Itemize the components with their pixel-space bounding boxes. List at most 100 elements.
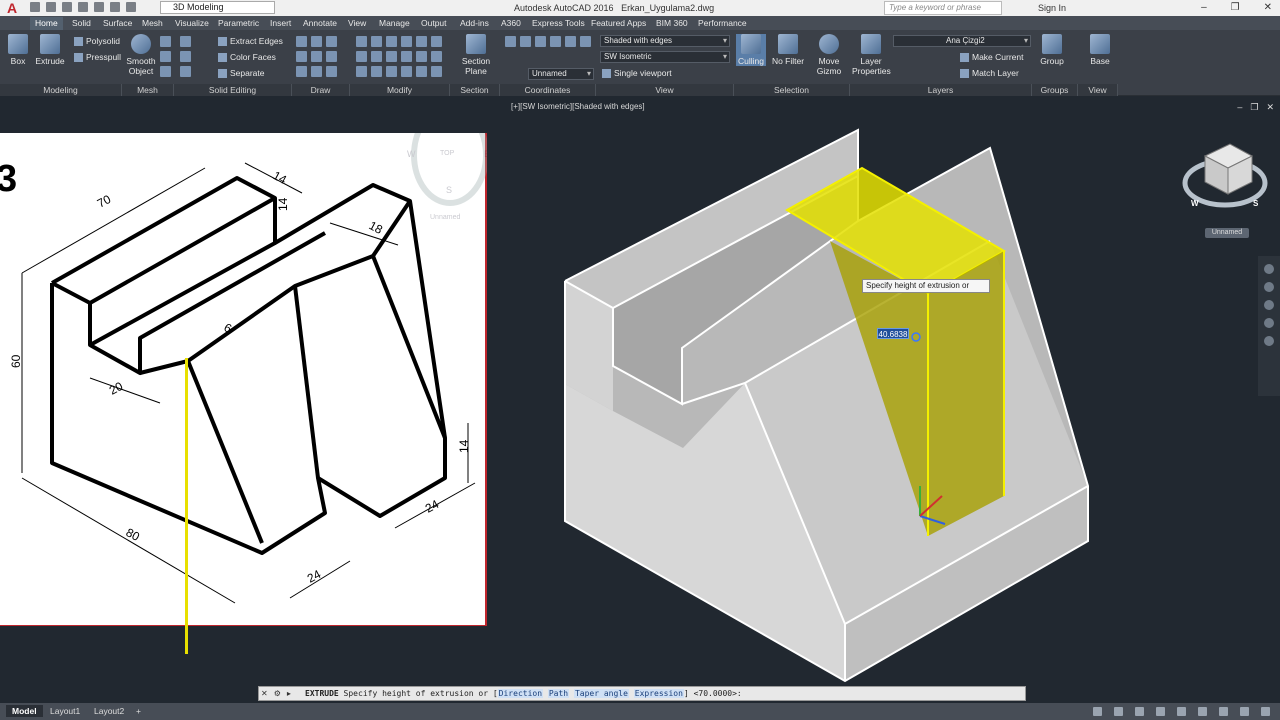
union-icon[interactable]	[180, 36, 191, 47]
tab-manage[interactable]: Manage	[374, 17, 415, 30]
ucs-named-dropdown[interactable]: Unnamed	[528, 68, 594, 80]
steering-wheel-icon[interactable]	[1264, 264, 1274, 274]
tab-parametric[interactable]: Parametric	[213, 17, 264, 30]
extend-icon[interactable]	[431, 36, 442, 47]
color-faces-button[interactable]: Color Faces	[218, 52, 276, 63]
viewport-minimize-icon[interactable]: –	[1237, 102, 1242, 113]
redo-icon[interactable]	[126, 2, 136, 12]
arc-icon[interactable]	[326, 36, 337, 47]
trim-icon[interactable]	[416, 36, 427, 47]
polygon-icon[interactable]	[326, 51, 337, 62]
polar-icon[interactable]	[1177, 707, 1186, 716]
tab-visualize[interactable]: Visualize	[170, 17, 214, 30]
command-line[interactable]: ✕ ⚙ ▸ EXTRUDE Specify height of extrusio…	[258, 686, 1026, 701]
groups-panel-footer[interactable]: Groups	[1032, 84, 1078, 96]
tab-mesh[interactable]: Mesh	[137, 17, 168, 30]
save-as-icon[interactable]	[78, 2, 88, 12]
zoom-icon[interactable]	[1264, 300, 1274, 310]
join-icon[interactable]	[386, 66, 397, 77]
application-menu-button[interactable]: A	[0, 0, 24, 16]
modify-panel-footer[interactable]: Modify	[350, 84, 450, 96]
tab-annotate[interactable]: Annotate	[298, 17, 342, 30]
draw-panel-footer[interactable]: Draw	[292, 84, 350, 96]
section-panel-footer[interactable]: Section	[450, 84, 500, 96]
tab-a360[interactable]: A360	[496, 17, 526, 30]
make-current-button[interactable]: Make Current	[960, 52, 1024, 63]
layer-dropdown[interactable]: Ana Çizgi2	[893, 35, 1031, 47]
stretch-icon[interactable]	[401, 36, 412, 47]
move-gizmo-button[interactable]: Move Gizmo	[812, 34, 846, 76]
tab-featured-apps[interactable]: Featured Apps	[586, 17, 651, 30]
circle-icon[interactable]	[296, 51, 307, 62]
group-button[interactable]: Group	[1034, 34, 1070, 66]
tab-output[interactable]: Output	[416, 17, 452, 30]
tab-bim360[interactable]: BIM 360	[651, 17, 693, 30]
ucs-icon[interactable]	[505, 36, 516, 47]
tab-layout2[interactable]: Layout2	[88, 705, 130, 717]
modeling-panel-footer[interactable]: Modeling	[0, 84, 122, 96]
grid-icon[interactable]	[1114, 707, 1123, 716]
explode-icon[interactable]	[371, 66, 382, 77]
annotation-scale-icon[interactable]	[1219, 707, 1228, 716]
smooth-object-button[interactable]: Smooth Object	[122, 34, 160, 76]
sign-in-button[interactable]: Sign In	[1038, 3, 1066, 13]
box-button[interactable]: Box	[0, 34, 36, 66]
tab-view[interactable]: View	[343, 17, 371, 30]
save-icon[interactable]	[62, 2, 72, 12]
snap-icon[interactable]	[1135, 707, 1144, 716]
option-taper-angle[interactable]: Taper angle	[573, 689, 629, 698]
orbit-icon[interactable]	[1264, 318, 1274, 328]
mesh-smooth-more-icon[interactable]	[160, 36, 171, 47]
presspull-button[interactable]: Presspull	[74, 52, 121, 63]
extract-edges-button[interactable]: Extract Edges	[218, 36, 283, 47]
tab-home[interactable]: Home	[30, 17, 63, 30]
restore-icon[interactable]: ❐	[1231, 2, 1240, 13]
break-icon[interactable]	[401, 66, 412, 77]
viewport-label[interactable]: [+][SW Isometric][Shaded with edges]	[511, 102, 645, 111]
base-view-button[interactable]: Base	[1082, 34, 1118, 66]
viewport-close-icon[interactable]: ✕	[1266, 102, 1274, 113]
tab-model[interactable]: Model	[6, 705, 43, 717]
chamfer-icon[interactable]	[401, 51, 412, 62]
ucs-origin-icon[interactable]	[580, 36, 591, 47]
minimize-icon[interactable]: –	[1201, 2, 1207, 13]
align-icon[interactable]	[416, 66, 427, 77]
fillet-icon[interactable]	[386, 51, 397, 62]
ucs-unnamed-pill[interactable]: Unnamed	[1205, 228, 1249, 238]
customize-icon[interactable]: ⚙	[274, 687, 281, 700]
line-icon[interactable]	[296, 36, 307, 47]
plot-icon[interactable]	[94, 2, 104, 12]
mirror-icon[interactable]	[371, 51, 382, 62]
view2-panel-footer[interactable]: View	[1078, 84, 1118, 96]
spline-icon[interactable]	[311, 66, 322, 77]
mesh-panel-footer[interactable]: Mesh	[122, 84, 174, 96]
scale-icon[interactable]	[386, 36, 397, 47]
separate-button[interactable]: Separate	[218, 68, 265, 79]
tab-solid[interactable]: Solid	[67, 17, 96, 30]
match-layer-button[interactable]: Match Layer	[960, 68, 1019, 79]
visual-style-dropdown[interactable]: Shaded with edges	[600, 35, 730, 47]
model-space-icon[interactable]	[1093, 707, 1102, 716]
layers-panel-footer[interactable]: Layers	[850, 84, 1032, 96]
dynamic-input-field[interactable]: 40.6838	[877, 328, 909, 339]
polysolid-button[interactable]: Polysolid	[74, 36, 120, 47]
array-icon[interactable]	[416, 51, 427, 62]
close-icon[interactable]: ✕	[261, 687, 268, 700]
ortho-icon[interactable]	[1156, 707, 1165, 716]
coordinates-panel-footer[interactable]: Coordinates	[500, 84, 596, 96]
ellipse-icon[interactable]	[296, 66, 307, 77]
offset-icon[interactable]	[431, 51, 442, 62]
tab-surface[interactable]: Surface	[98, 17, 137, 30]
selection-panel-footer[interactable]: Selection	[734, 84, 850, 96]
tab-addins[interactable]: Add-ins	[455, 17, 494, 30]
intersect-icon[interactable]	[180, 66, 191, 77]
pan-icon[interactable]	[1264, 282, 1274, 292]
undo-icon[interactable]	[110, 2, 120, 12]
mesh-smooth-less-icon[interactable]	[160, 51, 171, 62]
ucs-x-icon[interactable]	[535, 36, 546, 47]
mesh-refine-icon[interactable]	[160, 66, 171, 77]
rectangle-icon[interactable]	[311, 51, 322, 62]
layer-properties-button[interactable]: Layer Properties	[852, 34, 891, 76]
rotate-icon[interactable]	[371, 36, 382, 47]
customize-status-icon[interactable]	[1261, 707, 1270, 716]
